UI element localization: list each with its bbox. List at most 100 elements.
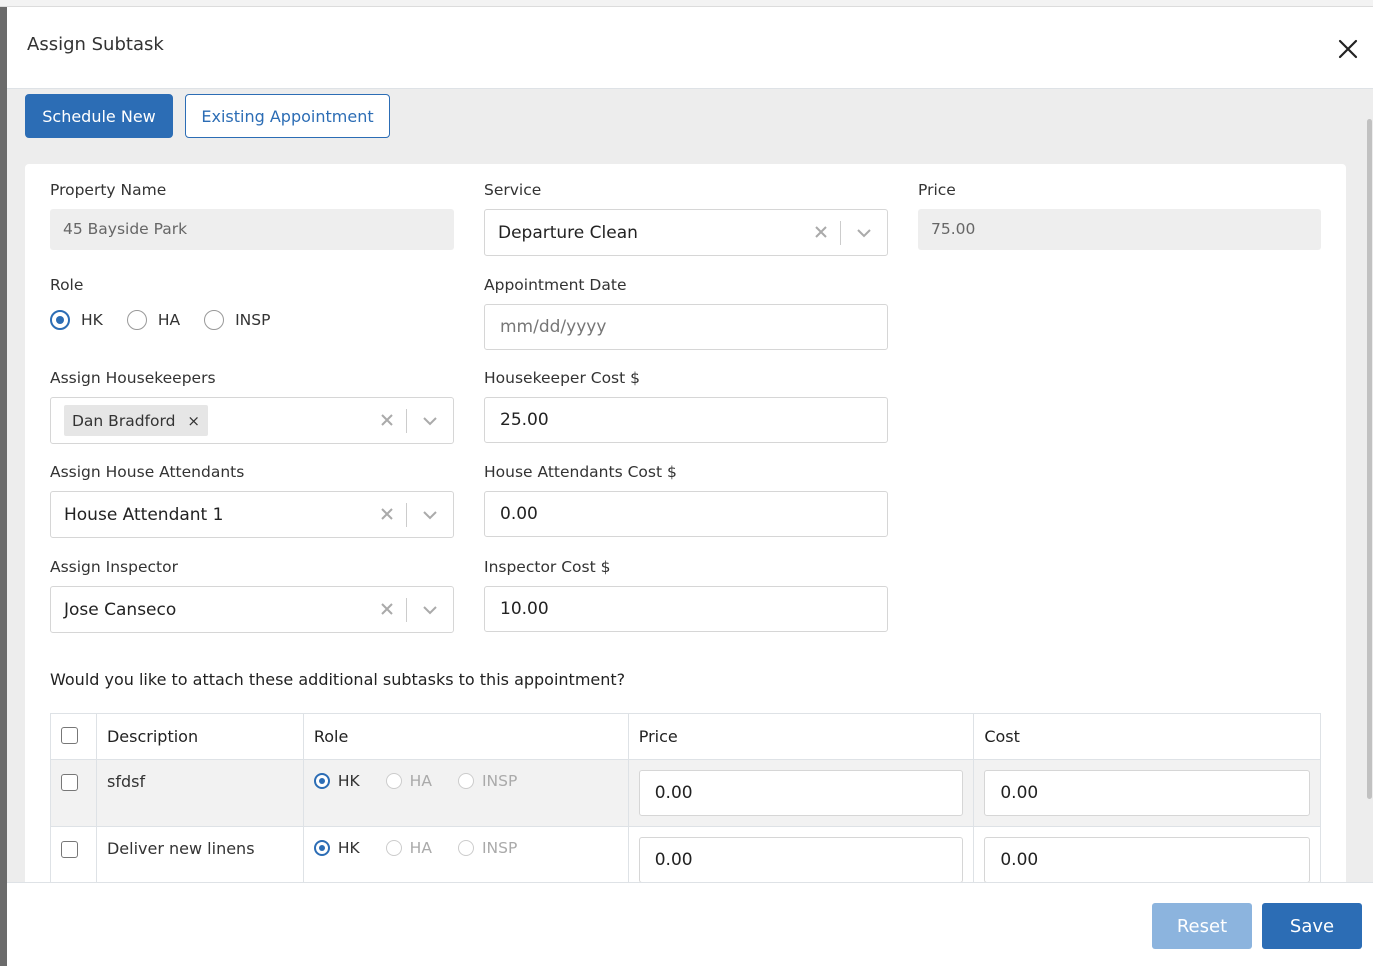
housekeeper-chip: Dan Bradford × bbox=[64, 405, 208, 436]
modal-title: Assign Subtask bbox=[27, 34, 164, 55]
select-all-cell bbox=[50, 713, 97, 760]
price-label: Price bbox=[918, 181, 956, 199]
radio-label: INSP bbox=[235, 311, 271, 329]
assign-housekeepers-label: Assign Housekeepers bbox=[50, 369, 216, 387]
row-role-radio-ha[interactable]: HA bbox=[385, 772, 432, 790]
radio-label: INSP bbox=[481, 839, 518, 857]
row-checkbox[interactable] bbox=[61, 841, 78, 858]
row-description: Deliver new linens bbox=[95, 826, 304, 882]
property-name-field: 45 Bayside Park bbox=[50, 209, 454, 250]
row-price-input[interactable]: 0.00 bbox=[638, 770, 964, 816]
radio-checked bbox=[50, 310, 70, 330]
appointment-date-input[interactable]: mm/dd/yyyy bbox=[484, 304, 888, 350]
radio-unchecked bbox=[385, 840, 402, 856]
assign-housekeepers-select[interactable]: Dan Bradford × bbox=[50, 397, 454, 444]
chip-remove-icon[interactable]: × bbox=[187, 412, 200, 430]
modal-body: Schedule New Existing Appointment Proper… bbox=[7, 89, 1373, 882]
column-header-description: Description bbox=[95, 713, 304, 760]
table-row: sfdsf HK HA INSP 0.00 0.00 bbox=[50, 759, 1321, 827]
form-card: Property Name 45 Bayside Park Service De… bbox=[25, 164, 1346, 882]
row-role-cell: HK HA INSP bbox=[302, 826, 629, 882]
clear-icon[interactable] bbox=[379, 506, 395, 522]
table-row: Deliver new linens HK HA INSP 0.00 0.00 bbox=[50, 826, 1321, 882]
row-select-cell bbox=[50, 826, 97, 882]
tab-existing-appointment[interactable]: Existing Appointment bbox=[185, 94, 390, 138]
assign-house-attendants-select[interactable]: House Attendant 1 bbox=[50, 491, 454, 538]
role-radio-hk[interactable]: HK bbox=[50, 310, 103, 330]
role-label: Role bbox=[50, 276, 84, 294]
column-header-role: Role bbox=[302, 713, 629, 760]
assign-subtask-modal: Assign Subtask Schedule New Existing App… bbox=[7, 7, 1373, 966]
assign-inspector-select[interactable]: Jose Canseco bbox=[50, 586, 454, 633]
select-separator bbox=[406, 409, 407, 433]
row-select-cell bbox=[50, 759, 97, 827]
chevron-down-icon[interactable] bbox=[421, 602, 439, 618]
scrollbar-thumb[interactable] bbox=[1367, 119, 1372, 799]
radio-unchecked bbox=[385, 773, 402, 789]
service-value: Departure Clean bbox=[498, 223, 638, 243]
column-header-cost: Cost bbox=[973, 713, 1321, 760]
service-label: Service bbox=[484, 181, 542, 199]
backdrop bbox=[0, 0, 1373, 7]
row-price-cell: 0.00 bbox=[627, 759, 975, 827]
select-all-checkbox[interactable] bbox=[61, 727, 78, 744]
inspector-cost-input[interactable]: 10.00 bbox=[484, 586, 888, 632]
row-checkbox[interactable] bbox=[61, 774, 78, 791]
row-role-cell: HK HA INSP bbox=[302, 759, 629, 827]
role-radio-ha[interactable]: HA bbox=[126, 310, 181, 330]
row-role-radio-insp[interactable]: INSP bbox=[457, 839, 518, 857]
radio-label: HK bbox=[337, 839, 360, 857]
row-role-radio-hk[interactable]: HK bbox=[313, 772, 360, 790]
radio-checked bbox=[313, 840, 330, 856]
radio-label: HK bbox=[337, 772, 360, 790]
row-role-radio-hk[interactable]: HK bbox=[313, 839, 360, 857]
row-cost-cell: 0.00 bbox=[973, 826, 1321, 882]
row-cost-input[interactable]: 0.00 bbox=[984, 770, 1310, 816]
radio-unchecked bbox=[457, 773, 474, 789]
housekeeper-cost-label: Housekeeper Cost $ bbox=[484, 369, 640, 387]
chevron-down-icon[interactable] bbox=[855, 225, 873, 241]
scrollbar[interactable] bbox=[1365, 95, 1373, 882]
close-icon[interactable] bbox=[1337, 38, 1359, 60]
subtasks-question: Would you like to attach these additiona… bbox=[50, 670, 626, 689]
select-separator bbox=[840, 221, 841, 245]
reset-button[interactable]: Reset bbox=[1152, 903, 1252, 949]
radio-unchecked bbox=[126, 310, 147, 330]
column-header-price: Price bbox=[627, 713, 975, 760]
row-role-radio-insp[interactable]: INSP bbox=[457, 772, 518, 790]
role-radio-group: HK HA INSP bbox=[50, 310, 294, 330]
clear-icon[interactable] bbox=[379, 601, 395, 617]
row-description: sfdsf bbox=[95, 759, 304, 827]
role-radio-insp[interactable]: INSP bbox=[204, 310, 270, 330]
property-name-label: Property Name bbox=[50, 181, 167, 199]
radio-unchecked bbox=[457, 840, 474, 856]
radio-label: HA bbox=[157, 311, 181, 329]
appointment-date-label: Appointment Date bbox=[484, 276, 627, 294]
row-price-cell: 0.00 bbox=[627, 826, 975, 882]
radio-label: HK bbox=[81, 311, 103, 329]
price-field: 75.00 bbox=[918, 209, 1321, 250]
row-price-input[interactable]: 0.00 bbox=[638, 837, 964, 882]
clear-icon[interactable] bbox=[379, 412, 395, 428]
chip-label: Dan Bradford bbox=[72, 411, 176, 430]
tab-schedule-new[interactable]: Schedule New bbox=[25, 94, 173, 138]
service-select[interactable]: Departure Clean bbox=[484, 209, 888, 256]
radio-label: HA bbox=[409, 839, 432, 857]
house-attendants-cost-input[interactable]: 0.00 bbox=[484, 491, 888, 537]
housekeeper-cost-input[interactable]: 25.00 bbox=[484, 397, 888, 443]
inspector-cost-label: Inspector Cost $ bbox=[484, 558, 611, 576]
select-separator bbox=[406, 598, 407, 622]
assign-house-attendants-label: Assign House Attendants bbox=[50, 463, 245, 481]
radio-label: INSP bbox=[481, 772, 518, 790]
chevron-down-icon[interactable] bbox=[421, 413, 439, 429]
modal-header: Assign Subtask bbox=[7, 7, 1373, 89]
chevron-down-icon[interactable] bbox=[421, 507, 439, 523]
row-cost-input[interactable]: 0.00 bbox=[984, 837, 1310, 882]
assign-inspector-label: Assign Inspector bbox=[50, 558, 178, 576]
clear-icon[interactable] bbox=[813, 224, 829, 240]
save-button[interactable]: Save bbox=[1262, 903, 1362, 949]
select-separator bbox=[406, 503, 407, 527]
row-role-radio-ha[interactable]: HA bbox=[385, 839, 432, 857]
inspector-value: Jose Canseco bbox=[64, 600, 177, 620]
radio-checked bbox=[313, 773, 330, 789]
